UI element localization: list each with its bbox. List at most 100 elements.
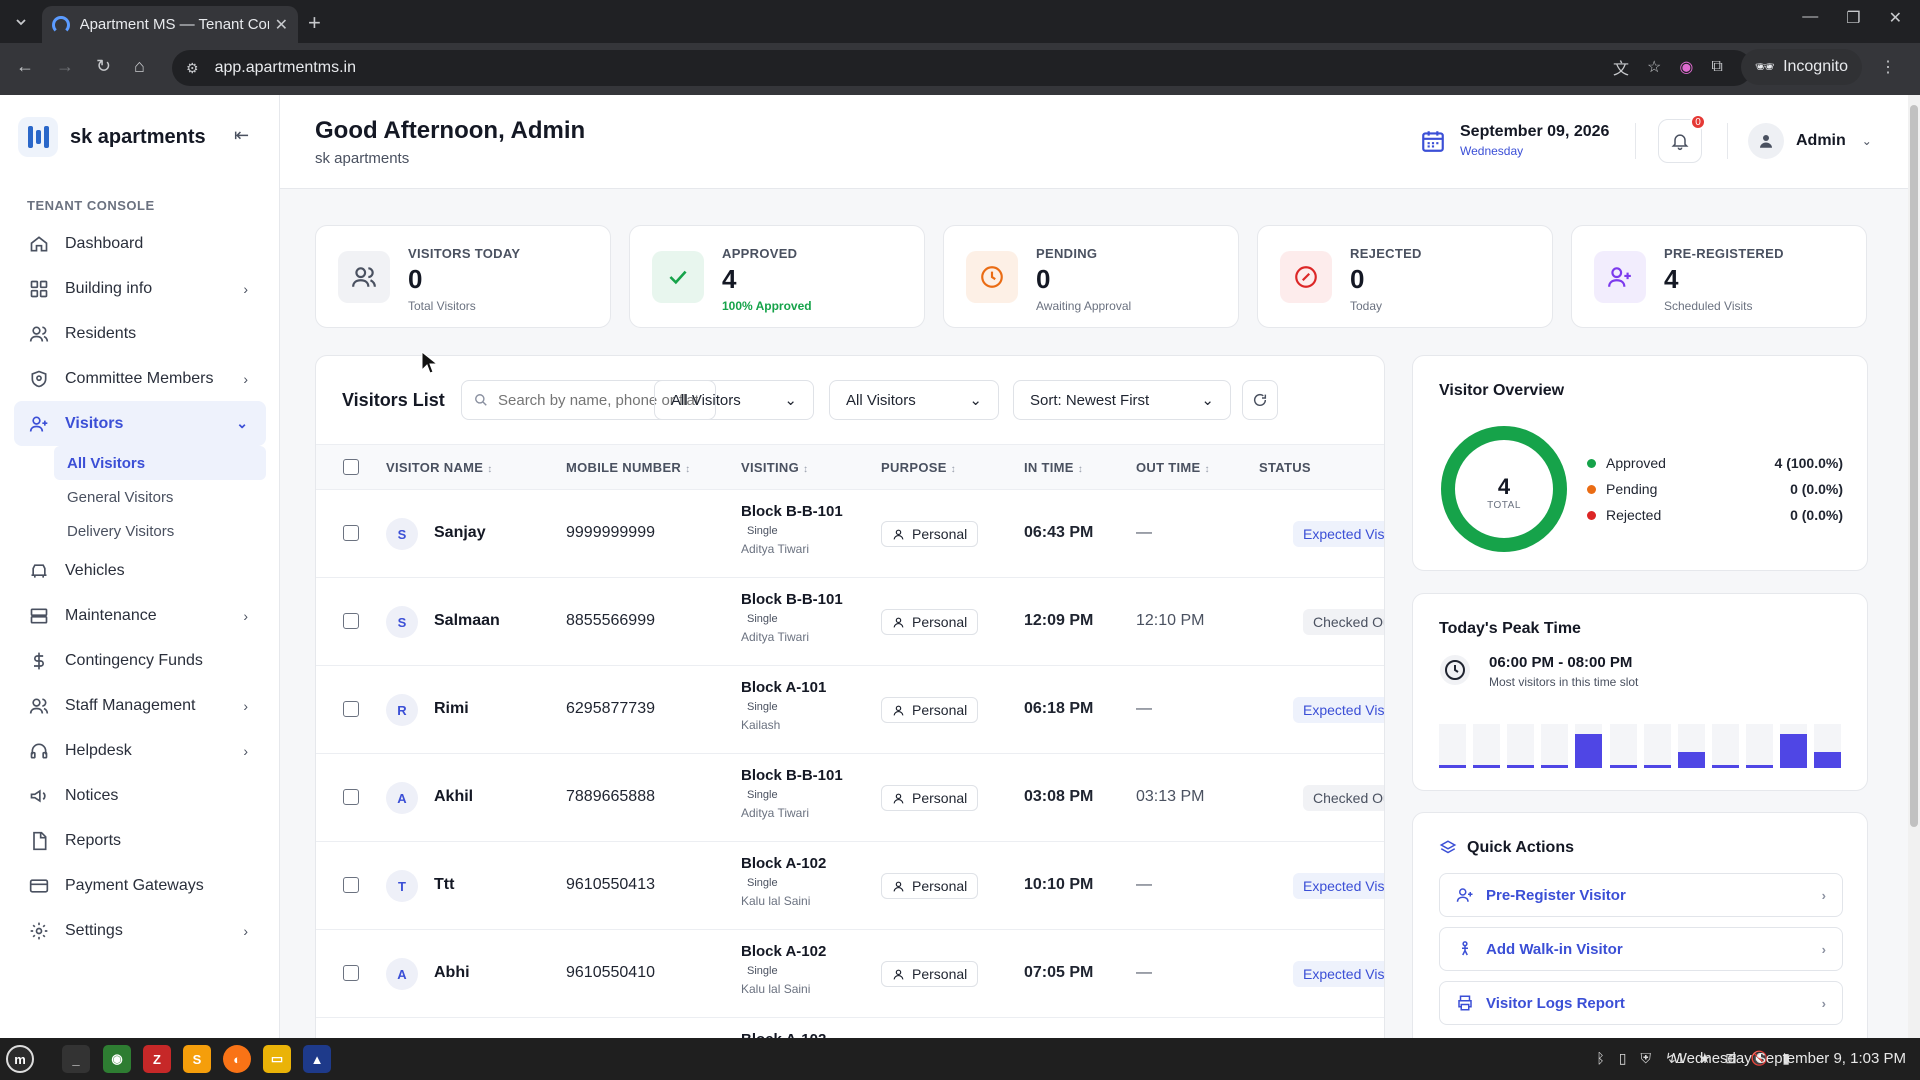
minimize-icon[interactable]: —: [1802, 8, 1818, 28]
page-scrollbar[interactable]: [1908, 95, 1920, 1038]
out-time: —: [1136, 964, 1152, 981]
collapse-sidebar-icon[interactable]: ⇤: [234, 125, 249, 146]
stat-card-approved[interactable]: APPROVED 4 100% Approved: [629, 225, 925, 328]
toolbar-actions: 文 ☆ ◉ ⧉ 🕶 Incognito ⋮: [1613, 49, 1896, 85]
reload-icon[interactable]: ↻: [96, 56, 111, 77]
visitor-overview-card: Visitor Overview 4 TOTAL Approved 4 (100.…: [1412, 355, 1868, 571]
quick-action-add-walk-in-visitor[interactable]: Add Walk-in Visitor ›: [1439, 927, 1843, 971]
sidebar-subitem-general-visitors[interactable]: General Visitors: [54, 480, 266, 514]
address-bar[interactable]: ⚙ app.apartmentms.in: [172, 50, 1752, 86]
stat-card-visitors-today[interactable]: VISITORS TODAY 0 Total Visitors: [315, 225, 611, 328]
url-text: app.apartmentms.in: [214, 59, 356, 76]
sidebar-item-maintenance[interactable]: Maintenance ›: [14, 593, 266, 638]
column-header-visiting[interactable]: VISITING ↕: [741, 460, 808, 475]
refresh-button[interactable]: [1242, 380, 1278, 420]
visiting-block: Block A-102: [741, 943, 827, 960]
sidebar-item-vehicles[interactable]: Vehicles: [14, 548, 266, 593]
new-tab-button[interactable]: +: [308, 10, 321, 36]
incognito-badge[interactable]: 🕶 Incognito: [1740, 49, 1862, 85]
filezilla-icon[interactable]: Z: [143, 1045, 171, 1073]
home-icon[interactable]: ⌂: [134, 56, 145, 77]
bookmark-star-icon[interactable]: ☆: [1647, 57, 1661, 77]
app-launcher-icon[interactable]: ▲: [303, 1045, 331, 1073]
sidebar-item-staff-management[interactable]: Staff Management ›: [14, 683, 266, 728]
quick-action-pre-register-visitor[interactable]: Pre-Register Visitor ›: [1439, 873, 1843, 917]
taskbar-clock[interactable]: Wednesday September 9, 1:03 PM: [1673, 1050, 1906, 1067]
firefox-icon[interactable]: ◐: [223, 1045, 251, 1073]
forward-icon[interactable]: →: [56, 56, 74, 77]
sidebar-item-committee-members[interactable]: Committee Members ›: [14, 356, 266, 401]
extensions-icon[interactable]: ⧉: [1711, 58, 1722, 76]
sidebar-item-residents[interactable]: Residents: [14, 311, 266, 356]
quick-action-visitor-logs-report[interactable]: Visitor Logs Report ›: [1439, 981, 1843, 1025]
stat-card-rejected[interactable]: REJECTED 0 Today: [1257, 225, 1553, 328]
row-checkbox[interactable]: [343, 613, 359, 629]
sidebar-item-visitors[interactable]: Visitors ⌄: [14, 401, 266, 446]
color-extension-icon[interactable]: ◉: [1679, 57, 1693, 77]
incognito-icon: 🕶: [1754, 59, 1776, 76]
user-menu[interactable]: Admin ⌄: [1748, 123, 1872, 159]
gear-icon-wrap: [28, 920, 50, 942]
shield-icon[interactable]: ⛨: [1641, 1050, 1652, 1067]
site-info-icon[interactable]: ⚙: [186, 60, 199, 77]
sidebar-item-contingency-funds[interactable]: Contingency Funds: [14, 638, 266, 683]
table-row[interactable]: A Akhil 7889665888 Block B-B-101 Single Adity…: [316, 754, 1384, 842]
clipboard-icon[interactable]: ▯: [1619, 1050, 1627, 1067]
row-checkbox[interactable]: [343, 701, 359, 717]
visiting-cell: Block A-102 Single Kalu lal Saini: [741, 855, 826, 908]
column-header-out-time[interactable]: OUT TIME ↕: [1136, 460, 1210, 475]
row-checkbox[interactable]: [343, 789, 359, 805]
stat-card-pending[interactable]: PENDING 0 Awaiting Approval: [943, 225, 1239, 328]
column-header-visitor-name[interactable]: VISITOR NAME ↕: [386, 460, 493, 475]
browser-menu-icon[interactable]: ⋮: [1880, 57, 1896, 77]
visitor-status-filter[interactable]: All Visitors ⌄: [829, 380, 999, 420]
sidebar-subitem-delivery-visitors[interactable]: Delivery Visitors: [54, 514, 266, 548]
column-header-mobile-number[interactable]: MOBILE NUMBER ↕: [566, 460, 690, 475]
close-tab-icon[interactable]: ✕: [275, 15, 288, 35]
table-row[interactable]: R Rimi 6295877739 Block A-101 Single Kailash P…: [316, 666, 1384, 754]
os-menu-icon[interactable]: m: [6, 1045, 34, 1073]
select-all-checkbox[interactable]: [343, 459, 359, 475]
browser-tab[interactable]: Apartment MS — Tenant Console ✕: [42, 6, 298, 43]
purpose-badge: Personal: [881, 609, 979, 635]
visitor-name: Abhi: [434, 964, 470, 981]
hour-bar: [1473, 765, 1500, 768]
files-icon[interactable]: ▭: [263, 1045, 291, 1073]
brand[interactable]: sk apartments: [18, 117, 206, 157]
site-favicon-icon: [52, 15, 70, 34]
sidebar-item-payment-gateways[interactable]: Payment Gateways: [14, 863, 266, 908]
sublime-icon[interactable]: S: [183, 1045, 211, 1073]
translate-icon[interactable]: 文: [1613, 55, 1629, 79]
column-header-in-time[interactable]: IN TIME ↕: [1024, 460, 1083, 475]
sidebar-subitem-all-visitors[interactable]: All Visitors: [54, 446, 266, 480]
row-checkbox[interactable]: [343, 877, 359, 893]
stat-card-pre-registered[interactable]: PRE-REGISTERED 4 Scheduled Visits: [1571, 225, 1867, 328]
scrollbar-thumb[interactable]: [1910, 105, 1918, 827]
sidebar-item-reports[interactable]: Reports: [14, 818, 266, 863]
sort-select[interactable]: Sort: Newest First ⌄: [1013, 380, 1231, 420]
bluetooth-icon[interactable]: ᛒ: [1596, 1050, 1604, 1067]
out-time: —: [1136, 876, 1152, 893]
column-header-label: OUT TIME: [1136, 460, 1201, 475]
close-window-icon[interactable]: ✕: [1889, 8, 1902, 28]
chrome-icon[interactable]: ◉: [103, 1045, 131, 1073]
notifications-button[interactable]: 0: [1658, 114, 1706, 163]
sidebar-item-notices[interactable]: Notices: [14, 773, 266, 818]
sidebar-item-dashboard[interactable]: Dashboard: [14, 221, 266, 266]
row-checkbox[interactable]: [343, 525, 359, 541]
sidebar-item-helpdesk[interactable]: Helpdesk ›: [14, 728, 266, 773]
sidebar-item-building-info[interactable]: Building info ›: [14, 266, 266, 311]
table-row[interactable]: S Sanjay 9999999999 Block B-B-101 Single Adit…: [316, 490, 1384, 578]
visiting-block: Block B-B-101: [741, 503, 843, 520]
table-row[interactable]: A Abhi 9610550410 Block A-102 Single Kalu lal…: [316, 930, 1384, 1018]
restore-icon[interactable]: ❐: [1846, 8, 1860, 28]
back-icon[interactable]: ←: [16, 56, 34, 77]
table-row[interactable]: S Salmaan 8855566999 Block B-B-101 Single Adi…: [316, 578, 1384, 666]
tab-search-button[interactable]: [8, 9, 34, 35]
sidebar-item-settings[interactable]: Settings ›: [14, 908, 266, 953]
visitor-type-filter[interactable]: All Visitors ⌄: [654, 380, 814, 420]
row-checkbox[interactable]: [343, 965, 359, 981]
column-header-purpose[interactable]: PURPOSE ↕: [881, 460, 956, 475]
table-row[interactable]: T Ttt 9610550413 Block A-102 Single Kalu lal …: [316, 842, 1384, 930]
terminal-icon[interactable]: _: [62, 1045, 90, 1073]
